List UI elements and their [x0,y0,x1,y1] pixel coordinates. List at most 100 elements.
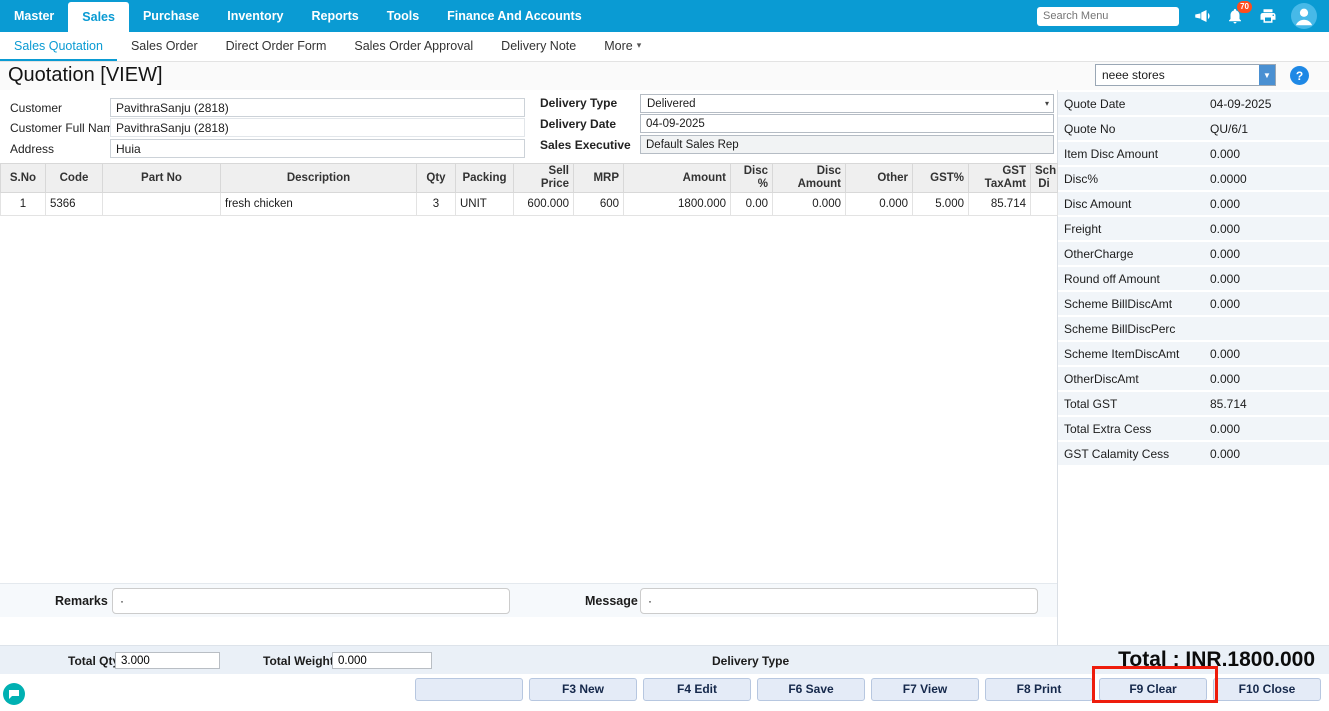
summary-row-disc-perc: Disc% 0.0000 [1058,167,1329,190]
cell-sch-disc [1031,193,1058,216]
summary-row-total-extra-cess: Total Extra Cess 0.000 [1058,417,1329,440]
cell-part-no [103,193,221,216]
summary-row-freight: Freight 0.000 [1058,217,1329,240]
sales-executive-input[interactable] [640,135,1054,154]
subnav-label: Delivery Note [501,39,576,53]
f6-save-button[interactable]: F6 Save [757,678,865,701]
subnav-item-sales-order[interactable]: Sales Order [117,32,212,61]
nav-item-purchase[interactable]: Purchase [129,0,213,32]
summary-value: 0.0000 [1210,172,1329,186]
cell-disc-amount: 0.000 [773,193,846,216]
summary-label: Freight [1058,222,1210,236]
subnav-item-sales-order-approval[interactable]: Sales Order Approval [340,32,487,61]
subnav-item-more[interactable]: More ▾ [590,32,655,61]
top-navbar: Master Sales Purchase Inventory Reports … [0,0,1329,32]
summary-label: Total Extra Cess [1058,422,1210,436]
summary-value: 04-09-2025 [1210,97,1329,111]
summary-label: Quote No [1058,122,1210,136]
nav-item-reports[interactable]: Reports [298,0,373,32]
nav-item-tools[interactable]: Tools [373,0,433,32]
delivery-type-value: Delivered [641,98,1045,110]
column-header-qty: Qty [417,164,456,193]
summary-value: 0.000 [1210,247,1329,261]
total-qty-input[interactable] [115,652,220,669]
table-row[interactable]: 1 5366 fresh chicken 3 UNIT 600.000 600 … [1,193,1058,216]
column-header-sell-price: Sell Price [514,164,574,193]
cell-gst-taxamt: 85.714 [969,193,1031,216]
summary-row-disc-amount: Disc Amount 0.000 [1058,192,1329,215]
f7-view-button[interactable]: F7 View [871,678,979,701]
subnav-item-sales-quotation[interactable]: Sales Quotation [0,32,117,61]
summary-label: Disc Amount [1058,197,1210,211]
column-header-disc-perc: Disc % [731,164,773,193]
summary-row-total-gst: Total GST 85.714 [1058,392,1329,415]
announcement-icon[interactable] [1192,6,1212,26]
column-header-amount: Amount [624,164,731,193]
summary-label: Scheme ItemDiscAmt [1058,347,1210,361]
address-input[interactable] [110,139,525,158]
summary-label: Item Disc Amount [1058,147,1210,161]
f4-edit-button[interactable]: F4 Edit [643,678,751,701]
blank-button[interactable] [415,678,523,701]
delivery-type-label: Delivery Type [540,96,617,110]
customer-input[interactable] [110,98,525,117]
summary-label: Round off Amount [1058,272,1210,286]
nav-item-sales[interactable]: Sales [68,2,129,32]
f9-clear-button[interactable]: F9 Clear [1099,678,1207,701]
summary-row-other-charge: OtherCharge 0.000 [1058,242,1329,265]
chevron-down-icon: ▾ [637,40,642,51]
message-input[interactable] [640,588,1038,614]
column-header-code: Code [46,164,103,193]
notifications-bell-icon[interactable]: 70 [1225,6,1245,26]
remarks-input[interactable] [112,588,510,614]
message-label: Message [585,594,638,608]
nav-item-finance-and-accounts[interactable]: Finance And Accounts [433,0,596,32]
column-header-description: Description [221,164,417,193]
remarks-bar: Remarks Message [0,583,1057,617]
subnav-item-direct-order-form[interactable]: Direct Order Form [212,32,341,61]
title-bar: Quotation [VIEW] neee stores ▼ ? [0,62,1329,90]
topnav-right-group: 70 [1037,0,1329,32]
cell-description: fresh chicken [221,193,417,216]
column-header-part-no: Part No [103,164,221,193]
f3-new-button[interactable]: F3 New [529,678,637,701]
summary-row-item-disc-amount: Item Disc Amount 0.000 [1058,142,1329,165]
cell-packing: UNIT [456,193,514,216]
summary-value: 0.000 [1210,222,1329,236]
summary-label: Scheme BillDiscPerc [1058,322,1210,336]
f8-print-button[interactable]: F8 Print [985,678,1093,701]
summary-row-scheme-itemdiscamt: Scheme ItemDiscAmt 0.000 [1058,342,1329,365]
column-header-sno: S.No [1,164,46,193]
cell-code: 5366 [46,193,103,216]
summary-label: Quote Date [1058,97,1210,111]
chevron-down-icon[interactable]: ▼ [1259,65,1275,85]
summary-row-otherdiscamt: OtherDiscAmt 0.000 [1058,367,1329,390]
nav-item-inventory[interactable]: Inventory [213,0,297,32]
search-menu-input[interactable] [1037,7,1179,26]
chat-widget-icon[interactable] [2,682,26,706]
cell-sell-price: 600.000 [514,193,574,216]
f10-close-button[interactable]: F10 Close [1213,678,1321,701]
summary-value: 0.000 [1210,147,1329,161]
sub-navbar: Sales Quotation Sales Order Direct Order… [0,32,1329,62]
total-qty-label: Total Qty [68,654,119,668]
summary-value: 0.000 [1210,447,1329,461]
delivery-type-select[interactable]: Delivered ▾ [640,94,1054,113]
total-weight-input[interactable] [332,652,432,669]
summary-value: 0.000 [1210,422,1329,436]
delivery-date-input[interactable] [640,114,1054,133]
summary-label: Disc% [1058,172,1210,186]
subnav-label: Sales Order Approval [354,39,473,53]
column-header-disc-amount: Disc Amount [773,164,846,193]
summary-row-gst-calamity-cess: GST Calamity Cess 0.000 [1058,442,1329,465]
help-icon[interactable]: ? [1290,66,1309,85]
user-avatar[interactable] [1291,3,1317,29]
printer-icon[interactable] [1258,6,1278,26]
nav-item-master[interactable]: Master [0,0,68,32]
store-selector[interactable]: neee stores ▼ [1095,64,1276,86]
column-header-sch-disc: Sch Di [1031,164,1058,193]
customer-full-name-input[interactable] [110,118,525,137]
subnav-item-delivery-note[interactable]: Delivery Note [487,32,590,61]
summary-value: 0.000 [1210,297,1329,311]
address-label: Address [10,142,54,156]
